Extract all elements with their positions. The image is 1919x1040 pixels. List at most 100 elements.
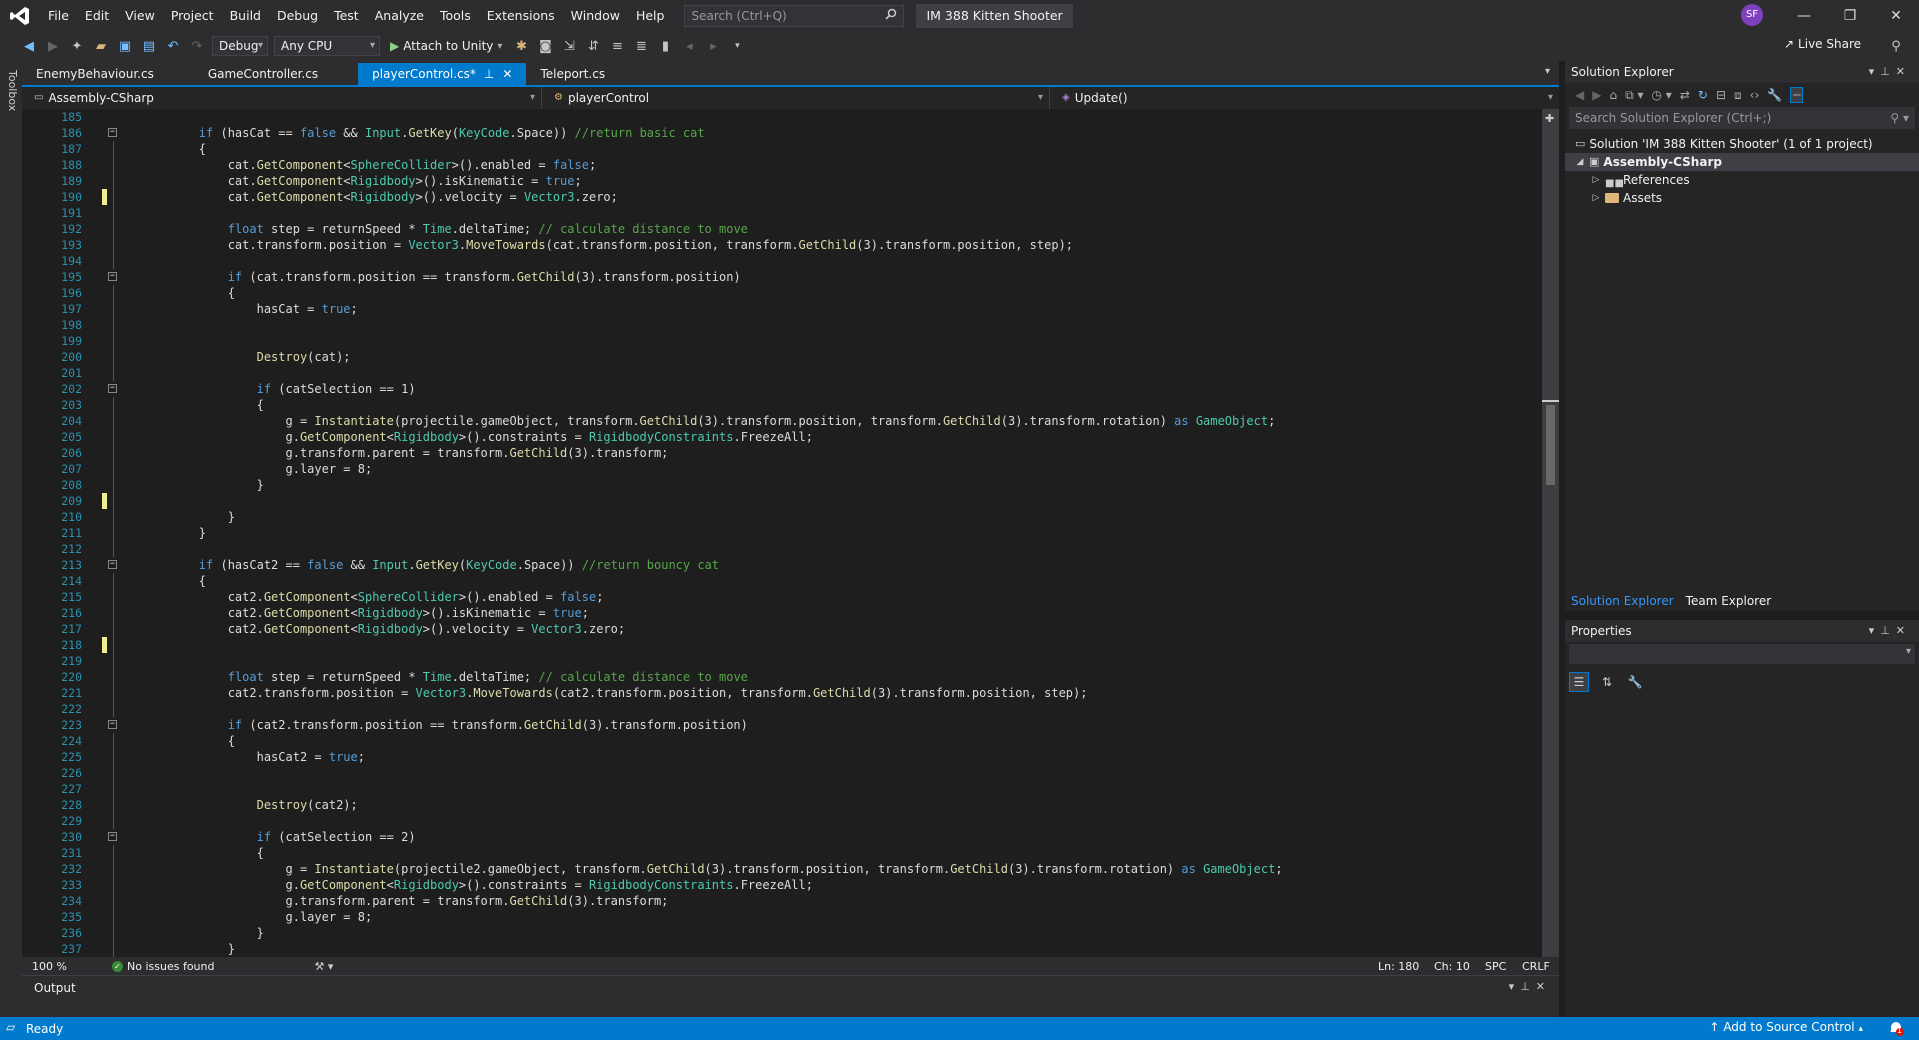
bookmark-icon[interactable]: ▮ — [656, 37, 674, 55]
collapse-all-icon[interactable]: ⊟ — [1716, 88, 1726, 102]
close-tab-icon[interactable]: ✕ — [502, 63, 512, 85]
line-number[interactable]: Ln: 180 — [1378, 960, 1419, 973]
show-all-files-icon[interactable]: ⧈ — [1734, 88, 1742, 103]
forward-icon[interactable]: ▶ — [1592, 88, 1601, 102]
menu-project[interactable]: Project — [163, 0, 222, 31]
menu-extensions[interactable]: Extensions — [479, 0, 563, 31]
tab-solution-explorer[interactable]: Solution Explorer — [1565, 591, 1680, 611]
screenshot-icon[interactable]: ◙ — [536, 37, 554, 55]
collapsed-icon[interactable]: ▷ — [1591, 189, 1601, 207]
save-icon[interactable]: ▣ — [116, 37, 134, 55]
new-project-icon[interactable]: ✦ — [68, 37, 86, 55]
view-code-icon[interactable]: ‹› — [1750, 88, 1760, 102]
comment-icon[interactable]: ≡ — [608, 37, 626, 55]
menu-file[interactable]: File — [40, 0, 77, 31]
close-icon[interactable]: ✕ — [1873, 0, 1919, 31]
refresh-icon[interactable]: ↻ — [1698, 88, 1708, 102]
back-icon[interactable]: ◀ — [20, 37, 38, 55]
collapse-icon[interactable]: − — [108, 832, 117, 841]
panel-controls-icon[interactable]: ▾⊥✕ — [1869, 620, 1911, 642]
tree-solution[interactable]: ▭ Solution 'IM 388 Kitten Shooter' (1 of… — [1565, 135, 1919, 153]
uncomment-icon[interactable]: ≣ — [632, 37, 650, 55]
unity-icon[interactable]: ✱ — [512, 37, 530, 55]
menu-window[interactable]: Window — [563, 0, 628, 31]
tree-project[interactable]: ◢ ▣ Assembly-CSharp — [1565, 153, 1919, 171]
attach-to-unity-button[interactable]: ▶ Attach to Unity ▾ — [386, 39, 506, 53]
prev-bookmark-icon[interactable]: ◂ — [680, 37, 698, 55]
indent-mode[interactable]: SPC — [1485, 960, 1506, 973]
expanded-icon[interactable]: ◢ — [1575, 153, 1585, 171]
switch-views-icon[interactable]: ⧉ ▾ — [1625, 88, 1643, 103]
properties-icon[interactable]: 🔧 — [1767, 88, 1782, 102]
pending-changes-icon[interactable]: ◷ ▾ — [1652, 88, 1672, 102]
collapsed-icon[interactable]: ▷ — [1591, 171, 1601, 189]
collapse-icon[interactable]: − — [108, 560, 117, 569]
tree-assets[interactable]: ▷ Assets — [1565, 189, 1919, 207]
tab-enemybehaviour-cs[interactable]: EnemyBehaviour.cs — [22, 63, 168, 85]
feedback-icon[interactable]: ⚲ — [1887, 37, 1905, 55]
tab-team-explorer[interactable]: Team Explorer — [1680, 591, 1778, 611]
property-pages-icon[interactable]: 🔧 — [1625, 672, 1645, 692]
step-into-icon[interactable]: ⇲ — [560, 37, 578, 55]
menu-help[interactable]: Help — [628, 0, 673, 31]
menu-analyze[interactable]: Analyze — [367, 0, 432, 31]
menu-edit[interactable]: Edit — [77, 0, 117, 31]
panel-controls-icon[interactable]: ▾⊥✕ — [1869, 61, 1911, 83]
alphabetical-icon[interactable]: ⇅ — [1597, 672, 1617, 692]
tree-references[interactable]: ▷ ■■ References — [1565, 171, 1919, 189]
live-share-button[interactable]: ↗ Live Share — [1784, 37, 1861, 51]
menu-tools[interactable]: Tools — [432, 0, 479, 31]
home-icon[interactable]: ⌂ — [1609, 88, 1617, 102]
tab-list-dropdown-icon[interactable]: ▾ — [1545, 66, 1550, 77]
notifications-bell-icon[interactable]: 1 — [1887, 1019, 1905, 1037]
collapse-icon[interactable]: − — [108, 272, 117, 281]
platform-dropdown[interactable]: Any CPU — [274, 36, 380, 56]
menu-view[interactable]: View — [117, 0, 163, 31]
collapse-icon[interactable]: − — [108, 384, 117, 393]
menu-debug[interactable]: Debug — [269, 0, 326, 31]
forward-icon[interactable]: ▶ — [44, 37, 62, 55]
tab-teleport-cs[interactable]: Teleport.cs — [526, 63, 619, 85]
collapse-icon[interactable]: − — [108, 720, 117, 729]
configuration-dropdown[interactable]: Debug — [212, 36, 268, 56]
editor-vertical-scrollbar[interactable] — [1542, 109, 1559, 957]
sync-icon[interactable]: ⇄ — [1680, 88, 1690, 102]
back-icon[interactable]: ◀ — [1575, 88, 1584, 102]
open-file-icon[interactable]: ▰ — [92, 37, 110, 55]
issues-indicator[interactable]: ✓ No issues found — [112, 960, 214, 973]
toolbox-tab[interactable]: Toolbox — [6, 70, 19, 111]
collapse-icon[interactable]: − — [108, 128, 117, 137]
project-dropdown[interactable]: ▭ Assembly-CSharp — [22, 87, 542, 109]
next-bookmark-icon[interactable]: ▸ — [704, 37, 722, 55]
preview-icon[interactable]: ─ — [1790, 87, 1804, 103]
properties-object-dropdown[interactable] — [1569, 644, 1915, 664]
categorized-icon[interactable]: ☰ — [1569, 672, 1589, 692]
save-all-icon[interactable]: ▤ — [140, 37, 158, 55]
restore-icon[interactable]: ❐ — [1827, 0, 1873, 31]
add-to-source-control-button[interactable]: ↑ Add to Source Control ▴ — [1709, 1020, 1863, 1034]
menu-build[interactable]: Build — [222, 0, 269, 31]
class-dropdown[interactable]: ⚙ playerControl — [542, 87, 1050, 109]
member-dropdown[interactable]: ◈ Update() — [1050, 87, 1559, 109]
toolbar-overflow-icon[interactable]: ▾ — [728, 37, 746, 55]
split-editor-icon[interactable]: ✚ — [1545, 112, 1554, 125]
visual-studio-logo-icon[interactable] — [0, 0, 40, 31]
scrollbar-thumb[interactable] — [1546, 405, 1555, 485]
pin-icon[interactable]: ⊥ — [484, 63, 494, 85]
search-input[interactable]: Search (Ctrl+Q) — [684, 4, 905, 27]
step-over-icon[interactable]: ⇵ — [584, 37, 602, 55]
user-avatar[interactable]: SF — [1741, 4, 1763, 26]
tab-gamecontroller-cs[interactable]: GameController.cs — [194, 63, 332, 85]
code-editor[interactable]: 185 186 − if (hasCat == false && Input.Get… — [22, 109, 1542, 957]
redo-icon[interactable]: ↷ — [188, 37, 206, 55]
undo-icon[interactable]: ↶ — [164, 37, 182, 55]
solution-search-input[interactable]: Search Solution Explorer (Ctrl+;) ⚲ ▾ — [1569, 107, 1915, 129]
code-cleanup-icon[interactable]: ⚒ ▾ — [314, 960, 333, 973]
column-number[interactable]: Ch: 10 — [1434, 960, 1470, 973]
menu-test[interactable]: Test — [326, 0, 367, 31]
tab-playercontrol-cs[interactable]: playerControl.cs* ⊥ ✕ — [358, 63, 527, 85]
zoom-dropdown[interactable]: 100 % — [22, 960, 72, 973]
output-panel-controls[interactable]: ▾⊥✕ — [1509, 980, 1551, 993]
line-ending[interactable]: CRLF — [1522, 960, 1550, 973]
minimize-icon[interactable]: — — [1781, 0, 1827, 31]
